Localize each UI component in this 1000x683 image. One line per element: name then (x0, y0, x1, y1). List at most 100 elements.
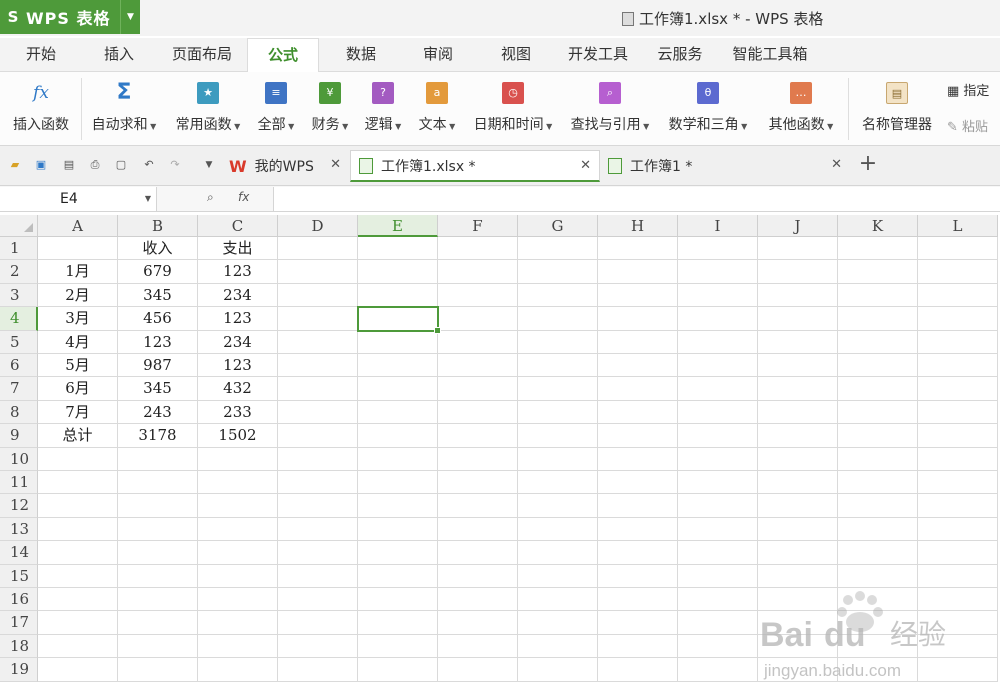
cell-k2[interactable] (838, 260, 918, 284)
row-header-17[interactable]: 17 (0, 611, 38, 635)
name-manager-button[interactable]: ▤ 名称管理器 (856, 72, 938, 146)
cell-b12[interactable] (118, 494, 198, 518)
cell-f13[interactable] (438, 517, 518, 542)
cell-j13[interactable] (758, 517, 838, 542)
cell-k11[interactable] (838, 471, 918, 495)
row-header-13[interactable]: 13 (0, 517, 38, 542)
specify-button[interactable]: ▦ 指定 (947, 80, 989, 99)
row-header-1[interactable]: 1 (0, 237, 38, 261)
cell-a6[interactable]: 5月 (38, 354, 118, 378)
save-icon[interactable]: ▣ (34, 158, 48, 172)
cell-k12[interactable] (838, 494, 918, 518)
row-header-6[interactable]: 6 (0, 354, 38, 378)
cell-l15[interactable] (918, 564, 998, 588)
row-header-11[interactable]: 11 (0, 471, 38, 495)
cell-f2[interactable] (438, 260, 518, 284)
cell-b19[interactable] (118, 658, 198, 682)
lookup-reference-button[interactable]: ⌕ 查找与引用 ▼ (564, 72, 656, 146)
cell-f14[interactable] (438, 541, 518, 565)
cell-h5[interactable] (598, 330, 678, 354)
cell-d17[interactable] (278, 611, 358, 635)
cell-i9[interactable] (678, 424, 758, 448)
cell-a8[interactable]: 7月 (38, 400, 118, 425)
cell-g14[interactable] (518, 541, 598, 565)
cell-l2[interactable] (918, 260, 998, 284)
cell-j16[interactable] (758, 588, 838, 612)
tab-my-wps[interactable]: W 我的WPS ✕ (225, 150, 349, 182)
tab-workbook1[interactable]: 工作簿1 * ✕ (600, 150, 850, 182)
cell-f12[interactable] (438, 494, 518, 518)
cell-k1[interactable] (838, 237, 918, 261)
cell-e3[interactable] (358, 283, 438, 308)
cell-b6[interactable]: 987 (118, 354, 198, 378)
row-header-18[interactable]: 18 (0, 634, 38, 659)
cell-c6[interactable]: 123 (198, 354, 278, 378)
cell-e8[interactable] (358, 400, 438, 425)
cell-g1[interactable] (518, 237, 598, 261)
cell-k16[interactable] (838, 588, 918, 612)
cell-c10[interactable] (198, 447, 278, 471)
cell-f10[interactable] (438, 447, 518, 471)
new-tab-plus-icon[interactable]: + (858, 153, 878, 175)
cell-e17[interactable] (358, 611, 438, 635)
close-icon[interactable]: ✕ (330, 157, 341, 172)
tab-workbook1-xlsx[interactable]: 工作簿1.xlsx * ✕ (350, 150, 600, 182)
cell-j2[interactable] (758, 260, 838, 284)
cell-i2[interactable] (678, 260, 758, 284)
logic-button[interactable]: ? 逻辑 ▼ (360, 72, 406, 146)
cell-d5[interactable] (278, 330, 358, 354)
cell-b8[interactable]: 243 (118, 400, 198, 425)
cell-g8[interactable] (518, 400, 598, 425)
cell-h14[interactable] (598, 541, 678, 565)
tab-cloud[interactable]: 云服务 (648, 38, 712, 72)
cell-k5[interactable] (838, 330, 918, 354)
cell-l16[interactable] (918, 588, 998, 612)
cell-b16[interactable] (118, 588, 198, 612)
cell-f8[interactable] (438, 400, 518, 425)
other-functions-button[interactable]: … 其他函数 ▼ (762, 72, 840, 146)
cell-l14[interactable] (918, 541, 998, 565)
cell-i4[interactable] (678, 307, 758, 331)
cell-j14[interactable] (758, 541, 838, 565)
cell-b5[interactable]: 123 (118, 330, 198, 354)
cell-d15[interactable] (278, 564, 358, 588)
column-header-d[interactable]: D (278, 215, 358, 237)
cell-a10[interactable] (38, 447, 118, 471)
cell-c11[interactable] (198, 471, 278, 495)
cell-j17[interactable] (758, 611, 838, 635)
cell-c12[interactable] (198, 494, 278, 518)
cell-g12[interactable] (518, 494, 598, 518)
cell-i17[interactable] (678, 611, 758, 635)
cell-f7[interactable] (438, 377, 518, 401)
cell-d14[interactable] (278, 541, 358, 565)
chevron-down-icon[interactable]: ▼ (120, 0, 140, 34)
cell-b2[interactable]: 679 (118, 260, 198, 284)
cell-j7[interactable] (758, 377, 838, 401)
cell-b10[interactable] (118, 447, 198, 471)
cell-b9[interactable]: 3178 (118, 424, 198, 448)
cell-h4[interactable] (598, 307, 678, 331)
cell-c3[interactable]: 234 (198, 283, 278, 308)
cell-e14[interactable] (358, 541, 438, 565)
cell-j12[interactable] (758, 494, 838, 518)
column-header-i[interactable]: I (678, 215, 758, 237)
cell-d1[interactable] (278, 237, 358, 261)
row-header-15[interactable]: 15 (0, 564, 38, 588)
cell-f18[interactable] (438, 634, 518, 659)
cell-d7[interactable] (278, 377, 358, 401)
cell-h15[interactable] (598, 564, 678, 588)
cell-i14[interactable] (678, 541, 758, 565)
cell-h13[interactable] (598, 517, 678, 542)
close-icon[interactable]: ✕ (580, 158, 591, 173)
cell-e9[interactable] (358, 424, 438, 448)
cell-j3[interactable] (758, 283, 838, 308)
name-box[interactable]: E4 ▼ (0, 187, 157, 211)
row-header-10[interactable]: 10 (0, 447, 38, 471)
cell-c5[interactable]: 234 (198, 330, 278, 354)
cell-k10[interactable] (838, 447, 918, 471)
close-icon[interactable]: ✕ (831, 157, 842, 172)
cell-c8[interactable]: 233 (198, 400, 278, 425)
row-header-2[interactable]: 2 (0, 260, 38, 284)
row-header-5[interactable]: 5 (0, 330, 38, 354)
cell-l4[interactable] (918, 307, 998, 331)
